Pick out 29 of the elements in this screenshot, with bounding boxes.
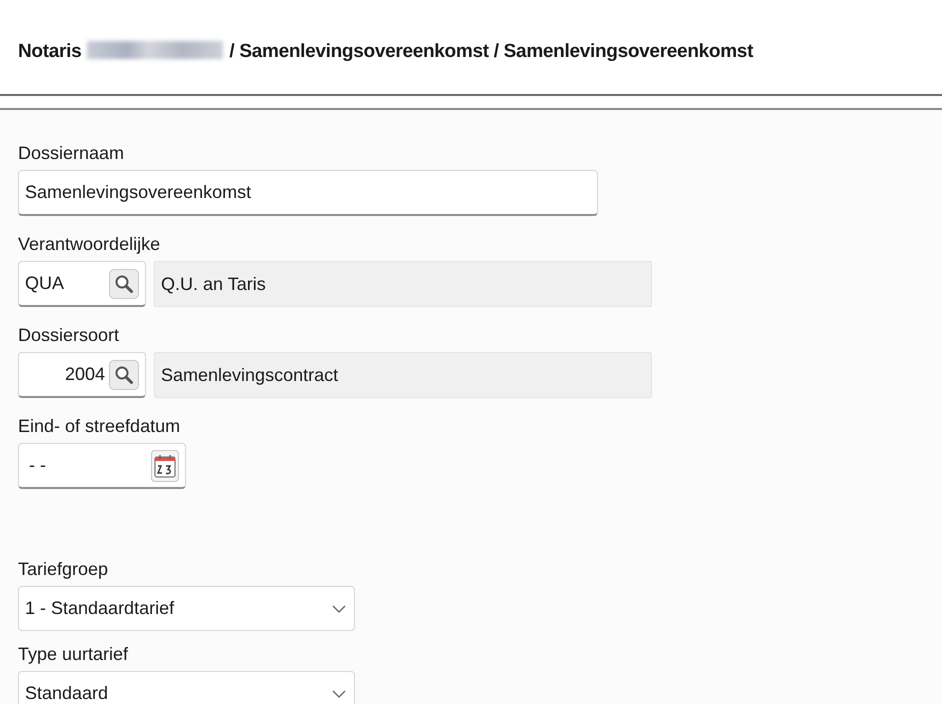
field-value: Standaard (25, 682, 108, 704)
field-label: Dossiersoort (18, 326, 120, 344)
chevron-down-icon (332, 604, 346, 612)
field-label: Tariefgroep (18, 560, 108, 578)
lookup-button[interactable] (109, 268, 139, 298)
input-field[interactable]: QUA (18, 261, 146, 307)
field-label: Dossiernaam (18, 144, 124, 162)
lookup-button[interactable] (109, 360, 139, 390)
field-label: Eind- of streefdatum (18, 417, 180, 435)
calendar-button[interactable] (151, 450, 179, 482)
field-value: QUA (25, 272, 66, 295)
field-value: 1 - Standaardtarief (25, 597, 174, 620)
input-field[interactable]: Samenlevingsovereenkomst (18, 170, 598, 216)
field-value: 2004 (64, 363, 105, 386)
field-label: Type uurtarief (18, 645, 128, 663)
search-icon (114, 274, 134, 294)
chevron-down-icon (332, 690, 346, 698)
readonly-field: Samenlevingscontract (154, 352, 652, 398)
dropdown[interactable]: Standaard (18, 671, 355, 704)
readonly-field: Q.U. an Taris (154, 261, 652, 307)
calendar-icon (154, 454, 176, 478)
search-icon (114, 364, 134, 384)
field-label: Verantwoordelijke (18, 235, 160, 253)
input-field[interactable]: 2004 (18, 352, 146, 398)
date-field[interactable]: - - (18, 443, 186, 489)
breadcrumb-text: / Samenlevingsovereenkomst / Samenlevingsovereenkomst (229, 41, 754, 62)
dropdown[interactable]: 1 - Standaardtarief (18, 586, 355, 631)
field-value: - - (29, 454, 46, 477)
breadcrumb-text: Notaris (18, 41, 82, 62)
